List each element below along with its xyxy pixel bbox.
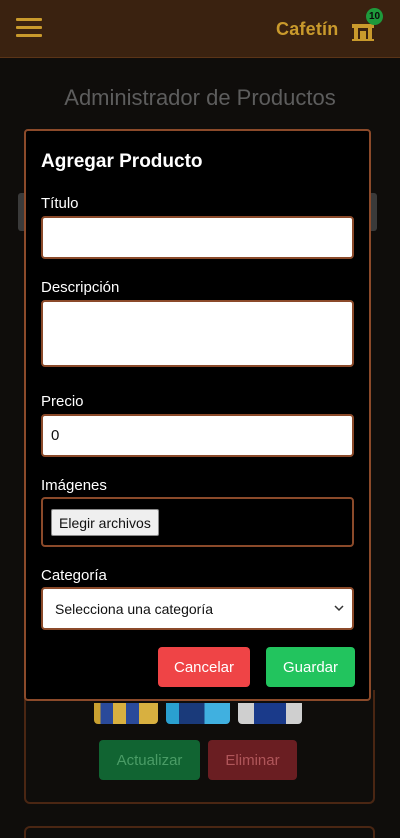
background-search-edge — [371, 193, 377, 231]
update-button[interactable]: Actualizar — [99, 740, 200, 780]
page-title: Administrador de Productos — [64, 85, 336, 110]
modal-title: Agregar Producto — [41, 151, 203, 172]
background-next-card — [24, 826, 375, 838]
price-label: Precio — [41, 393, 84, 410]
cancel-button[interactable]: Cancelar — [158, 647, 250, 687]
delete-button[interactable]: Eliminar — [208, 740, 297, 780]
price-input[interactable] — [41, 414, 354, 457]
images-label: Imágenes — [41, 477, 107, 494]
images-file-input: Elegir archivos — [41, 497, 354, 547]
description-textarea[interactable] — [41, 300, 354, 367]
cart-count-badge: 10 — [366, 8, 383, 25]
category-select[interactable]: Selecciona una categoría — [41, 587, 354, 630]
product-thumbnail — [238, 703, 302, 724]
description-label: Descripción — [41, 279, 120, 296]
chevron-down-icon — [334, 605, 344, 612]
hamburger-menu-icon[interactable] — [16, 18, 42, 38]
title-label: Título — [41, 195, 79, 212]
save-button[interactable]: Guardar — [266, 647, 355, 687]
category-selected-value: Selecciona una categoría — [55, 601, 213, 617]
add-product-modal: Agregar Producto Título Descripción Prec… — [24, 129, 371, 701]
product-thumbnail — [166, 703, 230, 724]
title-input[interactable] — [41, 216, 354, 259]
category-label: Categoría — [41, 567, 107, 584]
brand-name[interactable]: Cafetín — [276, 19, 338, 40]
product-thumbnail — [94, 703, 158, 724]
choose-files-button[interactable]: Elegir archivos — [51, 509, 159, 536]
navbar: Cafetín 10 — [0, 0, 400, 58]
